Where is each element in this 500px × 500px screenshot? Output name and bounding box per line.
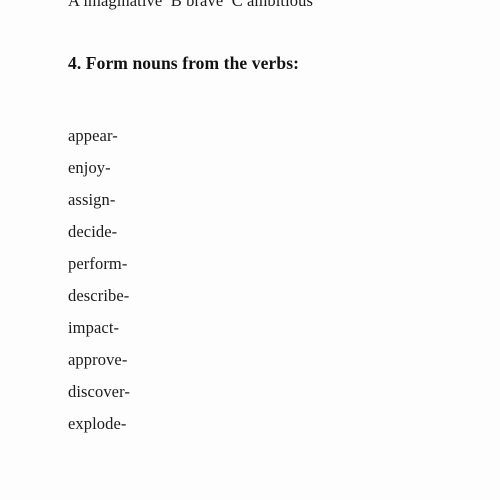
list-item: impact-: [68, 318, 120, 337]
list-item: approve-: [68, 350, 128, 369]
list-item: assign-: [68, 190, 116, 209]
list-item: describe-: [68, 286, 130, 305]
exercise-heading: 4. Form nouns from the verbs:: [68, 53, 300, 73]
list-item: perform-: [68, 254, 128, 273]
list-item: discover-: [68, 382, 130, 401]
document-page: A imaginative B brave C ambitious 4. For…: [0, 0, 500, 500]
list-item: decide-: [68, 222, 118, 241]
verb-list: appear- enjoy- assign- decide- perform- …: [68, 120, 130, 440]
list-item: explode-: [68, 414, 127, 433]
previous-exercise-options-line: A imaginative B brave C ambitious: [68, 0, 314, 10]
list-item: appear-: [68, 126, 118, 145]
list-item: enjoy-: [68, 158, 111, 177]
